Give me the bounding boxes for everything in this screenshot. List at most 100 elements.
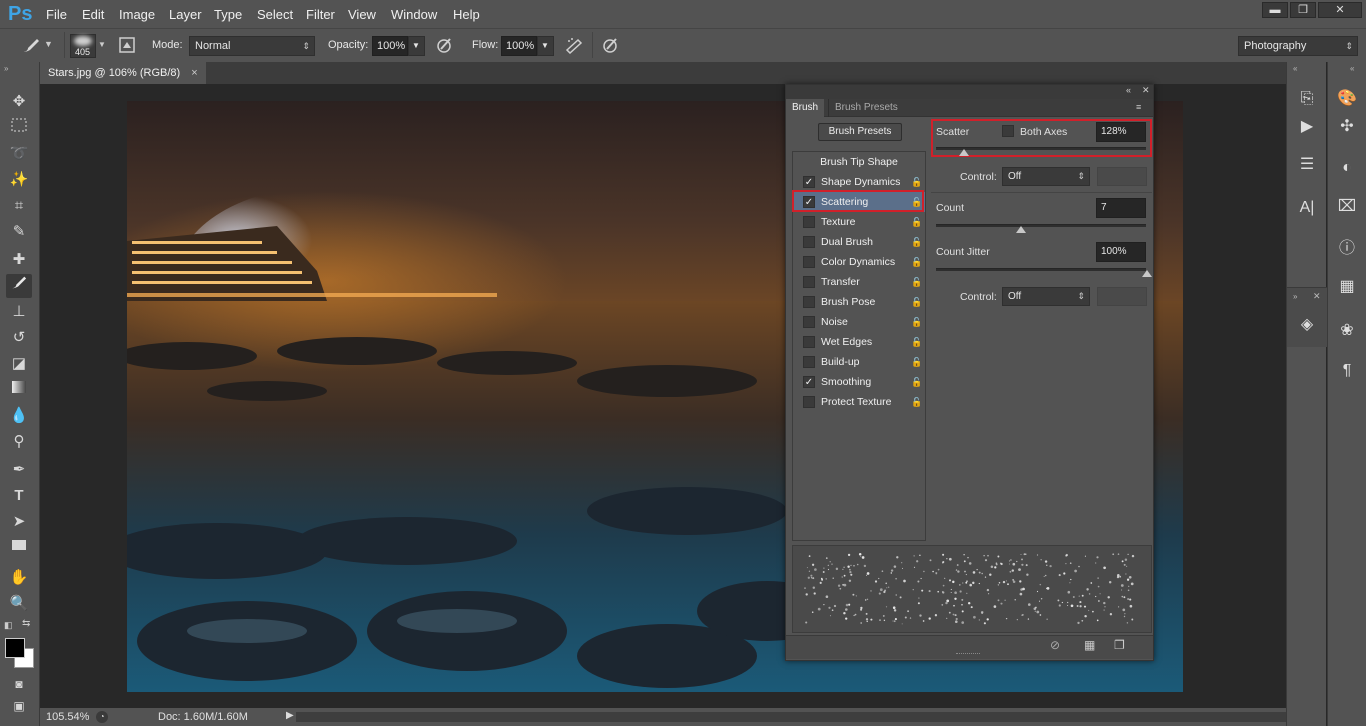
rectangle-tool-icon[interactable] — [6, 536, 32, 560]
properties-panel-icon[interactable]: ▦ — [1332, 274, 1362, 300]
lock-icon[interactable]: 🔓 — [911, 256, 922, 268]
magic-wand-tool-icon[interactable]: ✨ — [6, 168, 32, 192]
actions-panel-icon[interactable]: ▶ — [1292, 114, 1322, 140]
mode-select[interactable]: Normal ⇕ — [189, 36, 315, 56]
airbrush-icon[interactable] — [563, 36, 585, 57]
control-select-2[interactable]: Off ⇕ — [1002, 287, 1090, 306]
pressure-size-icon[interactable] — [600, 36, 622, 57]
toggle-live-tip-icon[interactable]: ⊘ — [1050, 638, 1060, 652]
both-axes-checkbox[interactable] — [1002, 125, 1014, 137]
scatter-input[interactable]: 128% — [1096, 122, 1146, 142]
checkbox[interactable] — [803, 316, 815, 328]
lasso-tool-icon[interactable]: ➰ — [6, 142, 32, 166]
dodge-tool-icon[interactable]: ⚲ — [6, 430, 32, 454]
brush-grid-icon[interactable]: ▦ — [1084, 638, 1095, 652]
menu-help[interactable]: Help — [453, 7, 480, 22]
count-jitter-slider[interactable] — [936, 268, 1146, 271]
close-panel-icon[interactable]: ✕ — [1313, 291, 1321, 302]
flow-dropdown-button[interactable]: ▼ — [537, 36, 554, 56]
brush-setting-texture[interactable]: Texture 🔓 — [793, 212, 925, 232]
workspace-select[interactable]: Photography ⇕ — [1238, 36, 1358, 56]
lock-icon[interactable]: 🔓 — [911, 276, 922, 288]
zoom-tool-icon[interactable]: 🔍 — [6, 592, 32, 616]
brush-tool-icon[interactable] — [6, 274, 32, 298]
minimize-button[interactable]: ▬ — [1262, 2, 1288, 18]
foreground-color-swatch[interactable] — [5, 638, 25, 658]
paragraph-panel-icon[interactable]: ¶ — [1332, 358, 1362, 384]
menu-layer[interactable]: Layer — [169, 7, 202, 22]
move-tool-icon[interactable]: ✥ — [6, 90, 32, 114]
lock-icon[interactable]: 🔓 — [911, 236, 922, 248]
status-menu-arrow-icon[interactable]: ▶ — [286, 710, 294, 721]
blur-tool-icon[interactable]: 💧 — [6, 404, 32, 428]
tab-brush-presets[interactable]: Brush Presets — [828, 99, 904, 117]
history-panel-icon[interactable]: ⎘ — [1292, 86, 1322, 112]
navigator-panel-icon[interactable]: ✣ — [1332, 114, 1362, 140]
close-panel-icon[interactable]: ✕ — [1142, 85, 1150, 96]
character-panel-icon[interactable]: A| — [1292, 195, 1322, 221]
brush-setting-noise[interactable]: Noise 🔓 — [793, 312, 925, 332]
collapse-arrows-icon[interactable]: » — [1293, 292, 1297, 301]
document-tab[interactable]: Stars.jpg @ 106% (RGB/8) × — [40, 62, 206, 84]
brush-picker-arrow-icon[interactable]: ▼ — [98, 40, 106, 49]
menu-filter[interactable]: Filter — [306, 7, 335, 22]
count-slider-thumb[interactable] — [1016, 226, 1026, 233]
checkbox[interactable] — [803, 236, 815, 248]
brush-presets-button[interactable]: Brush Presets — [818, 123, 902, 141]
brush-setting-brush-pose[interactable]: Brush Pose 🔓 — [793, 292, 925, 312]
info-panel-icon[interactable]: ⓘ — [1332, 236, 1362, 262]
count-jitter-slider-thumb[interactable] — [1142, 270, 1152, 277]
brush-setting-color-dynamics[interactable]: Color Dynamics 🔓 — [793, 252, 925, 272]
layers-panel-icon[interactable]: ◈ — [1292, 312, 1322, 338]
collapse-arrows-icon[interactable]: » — [4, 64, 8, 73]
brush-setting-dual-brush[interactable]: Dual Brush 🔓 — [793, 232, 925, 252]
swatches-panel-icon[interactable]: ⌧ — [1332, 194, 1362, 220]
opacity-dropdown-button[interactable]: ▼ — [408, 36, 425, 56]
collapse-arrows-icon[interactable]: « — [1293, 64, 1297, 73]
menu-type[interactable]: Type — [214, 7, 242, 22]
healing-brush-tool-icon[interactable]: ✚ — [6, 248, 32, 272]
tab-brush[interactable]: Brush — [786, 99, 825, 117]
color-panel-icon[interactable]: 🎨 — [1332, 86, 1362, 112]
hand-tool-icon[interactable]: ✋ — [6, 566, 32, 590]
scatter-slider-thumb[interactable] — [959, 149, 969, 156]
default-colors-icon[interactable]: ◧ — [4, 620, 13, 631]
eraser-tool-icon[interactable]: ◪ — [6, 352, 32, 376]
close-button[interactable]: ✕ — [1318, 2, 1362, 18]
marquee-tool-icon[interactable] — [6, 116, 32, 140]
panel-menu-icon[interactable]: ≡ — [1136, 102, 1141, 112]
checkbox[interactable]: ✓ — [803, 176, 815, 188]
lock-icon[interactable]: 🔓 — [911, 396, 922, 408]
menu-image[interactable]: Image — [119, 7, 155, 22]
tool-preset-arrow-icon[interactable]: ▼ — [44, 39, 53, 49]
brush-tip-shape-item[interactable]: Brush Tip Shape — [793, 152, 925, 172]
collapse-arrows-icon[interactable]: « — [1126, 85, 1131, 95]
checkbox[interactable] — [803, 356, 815, 368]
panel-resize-grip[interactable] — [956, 653, 980, 656]
lock-icon[interactable]: 🔓 — [911, 356, 922, 368]
lock-icon[interactable]: 🔓 — [911, 176, 922, 188]
gradient-tool-icon[interactable] — [6, 378, 32, 402]
collapse-arrows-icon[interactable]: « — [1350, 64, 1354, 73]
lock-icon[interactable]: 🔓 — [911, 376, 922, 388]
type-tool-icon[interactable]: T — [6, 484, 32, 508]
pressure-opacity-icon[interactable] — [434, 36, 456, 57]
count-jitter-input[interactable]: 100% — [1096, 242, 1146, 262]
checkbox[interactable] — [803, 276, 815, 288]
lock-icon[interactable]: 🔓 — [911, 316, 922, 328]
checkbox[interactable] — [803, 336, 815, 348]
checkbox[interactable] — [803, 296, 815, 308]
menu-view[interactable]: View — [348, 7, 376, 22]
restore-button[interactable]: ❐ — [1290, 2, 1316, 18]
brush-setting-build-up[interactable]: Build-up 🔓 — [793, 352, 925, 372]
flow-input[interactable]: 100% — [501, 36, 537, 56]
crop-tool-icon[interactable]: ⌗ — [6, 194, 32, 218]
checkbox[interactable] — [803, 396, 815, 408]
brush-setting-smoothing[interactable]: ✓ Smoothing 🔓 — [793, 372, 925, 392]
checkbox[interactable] — [803, 256, 815, 268]
menu-edit[interactable]: Edit — [82, 7, 104, 22]
tool-presets-panel-icon[interactable]: ☰ — [1292, 152, 1322, 178]
brush-tool-icon[interactable] — [20, 36, 42, 57]
menu-window[interactable]: Window — [391, 7, 437, 22]
channels-panel-icon[interactable]: ❀ — [1332, 318, 1362, 344]
